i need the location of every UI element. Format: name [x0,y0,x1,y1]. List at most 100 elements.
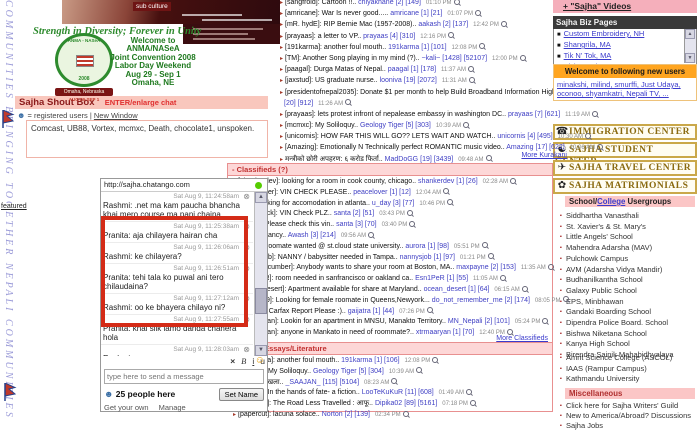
close-message-icon[interactable]: ⊗ [243,265,250,273]
usergroup-item[interactable]: ▪Bishwa Niketana School [560,329,700,340]
scroll-up-icon[interactable]: ▲ [685,29,695,39]
chat-footer-link[interactable]: Manage [159,403,186,412]
magnifier-icon[interactable] [407,210,414,217]
magnifier-icon[interactable] [468,66,475,73]
emoticon-icon[interactable]: ☺ [255,355,265,366]
thread-title[interactable]: [sangfroid]: Cartoon !!.. [285,0,356,6]
last-poster-link[interactable]: nannysjob [400,254,432,261]
magnifier-icon[interactable] [391,378,398,385]
thread-title[interactable]: [xtrmaaryan]: Lookin for an apartment in… [238,318,446,325]
last-poster-link[interactable]: Geology Tiger [313,368,357,375]
thread-title[interactable]: [mR. hydE]: RIP Bernie Mac (1957-2008).. [285,21,416,28]
usergroup-item[interactable]: ▪Budhanilkantha School [560,275,700,286]
last-poster-link[interactable]: Awash [288,232,309,239]
misc-item[interactable]: ▪New to America/Abroad? Discussions [560,411,700,421]
magnifier-icon[interactable] [427,307,434,314]
usergroup-item[interactable]: ▪IAAS (Rampur Campus) [560,364,700,375]
scroll-up-icon[interactable]: ▲ [255,192,267,203]
thread-title[interactable]: [prayaas]: lets protest infront of nepal… [285,111,506,118]
usergroup-item[interactable]: ▪Little Angels' School [560,232,700,243]
magnifier-icon[interactable] [520,55,527,62]
close-message-icon[interactable]: ⊗ [243,244,250,252]
new-window-link[interactable]: New Window [94,111,138,120]
last-poster-link[interactable]: ocean_desert [424,286,466,293]
close-message-icon[interactable]: ⊗ [243,193,250,201]
thread-title[interactable]: [paagal]: Durga Matas of Nepal.. [285,66,386,73]
magnifier-icon[interactable] [466,389,473,396]
biz-list-item[interactable]: ■Shangrila, MA [554,40,696,51]
more-kurakani-link[interactable]: More Kurakani [280,152,567,159]
center-link[interactable]: ✈SAJHA TRAVEL CENTER [553,160,697,176]
chat-message-input[interactable] [104,369,264,384]
more-classifieds-link[interactable]: More Classifieds [496,335,548,342]
sajha-videos-link[interactable]: + "Sajha" Videos [553,0,697,13]
magnifier-icon[interactable] [592,111,599,118]
magnifier-icon[interactable] [522,286,529,293]
thread-title[interactable]: [jaxstud]: US graduate nurse.. [285,77,378,84]
thread-title[interactable]: [191karma]: another foul mouth.. [285,44,386,51]
magnifier-icon[interactable] [368,232,375,239]
last-poster-link[interactable]: MN_Nepali [448,318,483,325]
last-poster-link[interactable]: aakash [418,21,441,28]
format-button[interactable]: B [241,356,246,367]
thread-title[interactable]: [prayaas]: a letter to VP.. [285,33,361,40]
last-poster-link[interactable]: maxpayne [456,264,488,271]
usergroup-item[interactable]: ▪Siddhartha Vanasthali [560,211,700,222]
featured-link[interactable]: featured [0,203,28,210]
magnifier-icon[interactable] [585,133,592,140]
usergroup-item[interactable]: ▪Amrit Science College (ASCOL) [560,353,700,364]
usergroup-item[interactable]: ▪AVM (Adarsha Vidya Mandir) [560,265,700,276]
last-poster-link[interactable]: amricane [390,10,419,17]
thread-title[interactable]: [green-cucumber]: Anybody wants to share… [238,264,454,271]
chat-footer-link[interactable]: Get your own [104,403,149,412]
close-message-icon[interactable]: ⊗ [243,316,250,324]
close-message-icon[interactable]: ⊗ [243,295,250,303]
magnifier-icon[interactable] [563,296,570,303]
last-poster-link[interactable]: Amazing [506,144,533,151]
usergroup-item[interactable]: ▪Gandaki Boarding School [560,307,700,318]
magnifier-icon[interactable] [409,221,416,228]
last-poster-link[interactable]: do_not_remember_me [432,297,503,304]
usergroup-item[interactable]: ▪Pulchowk Campus [560,254,700,265]
last-poster-link[interactable]: xtrmaaryan [416,329,451,336]
magnifier-icon[interactable] [470,400,477,407]
last-poster-link[interactable]: aurora [405,243,425,250]
last-poster-link[interactable]: santa [334,210,351,217]
last-poster-link[interactable]: peacelover [353,189,387,196]
magnifier-icon[interactable] [510,178,517,185]
last-poster-link[interactable]: shankerdev [418,178,454,185]
last-poster-link[interactable]: ~kali~ [422,55,441,62]
magnifier-icon[interactable] [501,21,508,28]
magnifier-icon[interactable] [345,99,352,106]
scroll-down-icon[interactable]: ▼ [685,53,695,63]
last-poster-link[interactable]: gaijatra [348,308,371,315]
usergroup-item[interactable]: ▪Mahendra Adarsha (MAV) [560,243,700,254]
magnifier-icon[interactable] [448,32,455,39]
center-link[interactable]: ✿SAJHA MATRIMONIALS [553,178,697,194]
usergroup-item[interactable]: ▪EPS, Minbhawan [560,297,700,308]
thread-title[interactable]: [mcmxc]: My Soliloquy.. [285,122,358,129]
magnifier-icon[interactable] [488,253,495,260]
last-poster-link[interactable]: santa [336,221,353,228]
last-poster-link[interactable]: LooTeKuKuR [362,389,403,396]
thread-title[interactable]: [Amazing]: Emotionally N Technically per… [285,144,505,151]
biz-list-item[interactable]: ■Custom Embroidery, NH [554,29,696,40]
magnifier-icon[interactable] [443,188,450,195]
magnifier-icon[interactable] [469,77,476,84]
last-poster-link[interactable]: Dipika02 [375,400,402,407]
usergroup-item[interactable]: ▪Galaxy Public School [560,286,700,297]
magnifier-icon[interactable] [500,275,507,282]
usergroup-item[interactable]: ▪Dipendra Police Board. School [560,318,700,329]
thread-title[interactable]: [papercut]: lacuna solace.. [238,411,320,418]
usergroup-item[interactable]: ▪Kanya High School [560,339,700,350]
misc-item[interactable]: ▪Click here for Sajha Writers' Guild [560,401,700,411]
biz-list-item[interactable]: ■Tik N' Tok, MA [554,51,696,62]
close-message-icon[interactable]: ⊗ [243,346,250,354]
magnifier-icon[interactable] [479,43,486,50]
thread-title[interactable]: [amricane]: War Is never good..... [285,10,388,17]
new-user-links[interactable]: minakshi, milind, smurffi, Just Udaya, o… [554,78,696,100]
format-button[interactable]: × [230,356,235,367]
magnifier-icon[interactable] [463,122,470,129]
close-message-icon[interactable]: ⊗ [243,223,250,231]
last-poster-link[interactable]: _SAAJAN_ [286,379,321,386]
